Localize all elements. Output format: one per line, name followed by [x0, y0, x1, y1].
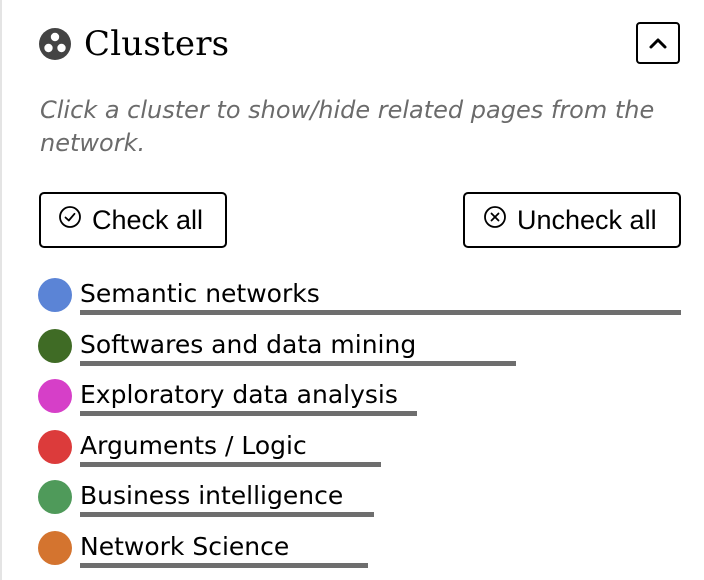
cluster-label: Softwares and data mining — [80, 329, 417, 359]
panel-title: Clusters — [84, 24, 230, 64]
cluster-color-dot — [38, 480, 72, 514]
cluster-label: Business intelligence — [80, 481, 344, 510]
cluster-size-bar — [80, 461, 381, 467]
cluster-size-bar — [80, 411, 417, 416]
cluster-color-dot — [38, 328, 72, 363]
cluster-color-dot — [38, 379, 72, 413]
cluster-icon — [39, 28, 71, 60]
chevron-up-icon — [649, 38, 667, 49]
uncheck-all-button[interactable]: Uncheck all — [463, 192, 681, 248]
cluster-color-dot — [38, 429, 72, 464]
cluster-size-bar — [80, 512, 374, 517]
panel-header: Clusters — [38, 22, 229, 66]
cluster-size-bar — [80, 310, 681, 315]
cluster-color-dot — [38, 278, 72, 312]
panel-hint: Click a cluster to show/hide related pag… — [40, 96, 655, 157]
cluster-size-bar — [80, 360, 516, 366]
uncheck-all-label: Uncheck all — [517, 204, 657, 235]
check-all-label: Check all — [92, 204, 204, 235]
cluster-size-bar — [80, 562, 368, 568]
collapse-button[interactable] — [636, 22, 680, 64]
cluster-label: Exploratory data analysis — [80, 380, 398, 409]
cluster-color-dot — [38, 530, 72, 565]
clusters-panel: Clusters Click a cluster to show/hide re… — [0, 0, 704, 580]
cluster-label: Semantic networks — [80, 279, 320, 308]
check-all-button[interactable]: Check all — [39, 192, 227, 248]
cluster-label: Arguments / Logic — [80, 430, 307, 460]
check-circle-icon — [59, 206, 81, 228]
cluster-label: Network Science — [80, 531, 290, 561]
x-circle-icon — [484, 206, 506, 228]
